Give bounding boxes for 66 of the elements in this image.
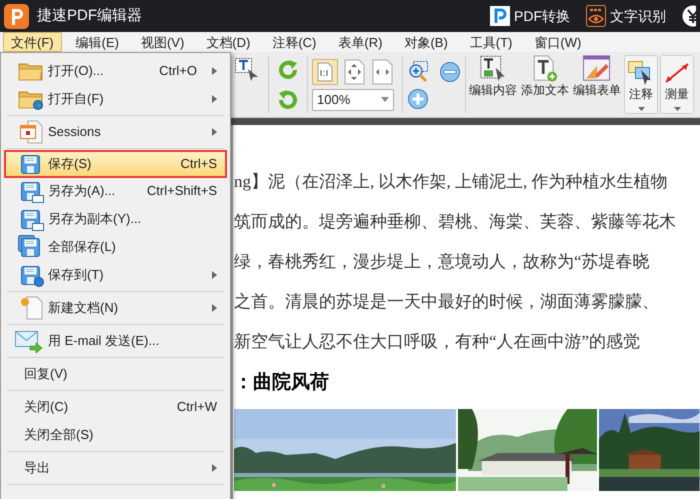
toolbar-button[interactable]: 编辑内容 — [468, 55, 518, 114]
calendar-icon — [18, 120, 44, 144]
section-heading: ：曲院风荷 — [234, 370, 329, 395]
plus-icon[interactable] — [407, 88, 429, 110]
yen-coin-icon[interactable] — [682, 5, 696, 27]
menu-item[interactable]: 关闭全部(S) — [4, 421, 227, 449]
new-document-icon — [18, 296, 44, 320]
fit-width-icon[interactable] — [370, 58, 394, 84]
menu-bar-item[interactable]: 文档(D) — [198, 32, 258, 52]
header-link[interactable]: PDF转换 — [490, 6, 570, 26]
paragraph-line: 绿，春桃秀红，漫步堤上，意境动人，故称为“苏堤春晓 — [234, 251, 650, 273]
paragraph-line: 之首。清晨的苏堤是一天中最好的时候，湖面薄雾朦朦、 — [234, 291, 659, 313]
submenu-arrow-icon — [212, 67, 217, 75]
submenu-arrow-icon — [212, 95, 217, 103]
toolbar-button[interactable]: 编辑表单 — [572, 55, 622, 114]
caret-icon — [674, 107, 680, 111]
menu-item[interactable]: Sessions — [4, 118, 227, 146]
menu-item[interactable]: 关闭(C) Ctrl+W — [4, 393, 227, 421]
menu-item[interactable]: 全部保存(L) — [4, 233, 227, 261]
menu-item[interactable]: 导出 — [4, 454, 227, 482]
menu-item[interactable]: 新建文档(N) — [4, 294, 227, 322]
menu-bar-item[interactable]: 工具(T) — [462, 32, 520, 52]
menu-bar-item[interactable]: 注释(C) — [264, 32, 324, 52]
menu-bar-item[interactable]: 表单(R) — [330, 32, 390, 52]
menu-item[interactable]: 打开(O)... Ctrl+O — [4, 57, 227, 85]
submenu-arrow-icon — [212, 128, 217, 136]
paragraph-line: ng】泥（在沼泽上, 以木作架, 上铺泥土, 作为种植水生植物 — [234, 171, 668, 193]
submenu-arrow-icon — [212, 271, 217, 279]
zoom-out-icon[interactable] — [439, 60, 461, 82]
zoom-dropdown[interactable]: 100% — [312, 88, 394, 110]
menu-item[interactable]: 用 E-mail 发送(E)... — [4, 327, 227, 355]
menu-item[interactable]: 保存到(T) — [4, 261, 227, 289]
ocr-eye-icon — [586, 5, 606, 27]
toolbar-button[interactable]: 测量 — [660, 55, 694, 114]
toolbar-button[interactable]: 添加文本 — [520, 55, 570, 114]
menu-bar-item[interactable]: 视图(V) — [132, 32, 192, 52]
menu-item[interactable]: 保存(S) Ctrl+S — [4, 150, 227, 178]
fit-page-icon[interactable] — [342, 58, 366, 84]
paragraph-line: 筑而成的。堤旁遍种垂柳、碧桃、海棠、芙蓉、紫藤等花木 — [234, 211, 676, 233]
menu-bar-item[interactable]: 窗口(W) — [526, 32, 590, 52]
menu-bar-item[interactable]: 文件(F) — [3, 32, 62, 52]
floppy-disk-icon — [18, 207, 44, 231]
actual-size-icon — [317, 62, 333, 82]
edit-form-icon — [581, 55, 613, 82]
submenu-arrow-icon — [212, 464, 217, 472]
paragraph-line: 新空气让人忍不住大口呼吸，有种“人在画中游”的感觉 — [234, 331, 640, 353]
app-logo-icon — [4, 4, 29, 28]
floppy-disk-icon — [18, 263, 44, 287]
window-title: 捷速PDF编辑器 — [37, 6, 142, 26]
menu-bar-item[interactable]: 编辑(E) — [68, 32, 127, 52]
header-link[interactable]: 文字识别 — [586, 5, 666, 27]
convert-logo-icon — [490, 6, 510, 26]
submenu-arrow-icon — [212, 304, 217, 312]
caret-icon — [638, 107, 644, 111]
actual-size-button[interactable] — [312, 58, 338, 84]
text-select-icon[interactable] — [234, 56, 260, 80]
zoom-in-icon[interactable] — [407, 60, 431, 84]
menu-item[interactable]: 另存为副本(Y)... — [4, 205, 227, 233]
menu-item[interactable]: 回复(V) — [4, 360, 227, 388]
caret-icon — [381, 97, 389, 102]
email-icon — [14, 329, 44, 353]
menu-item[interactable]: 另存为(A)... Ctrl+Shift+S — [4, 177, 227, 205]
menu-bar-item[interactable]: 对象(B) — [396, 32, 456, 52]
floppy-disk-icon — [18, 179, 44, 203]
toolbar-button[interactable]: 注释 — [624, 55, 658, 114]
menu-item[interactable]: 打开自(F) — [4, 85, 227, 113]
